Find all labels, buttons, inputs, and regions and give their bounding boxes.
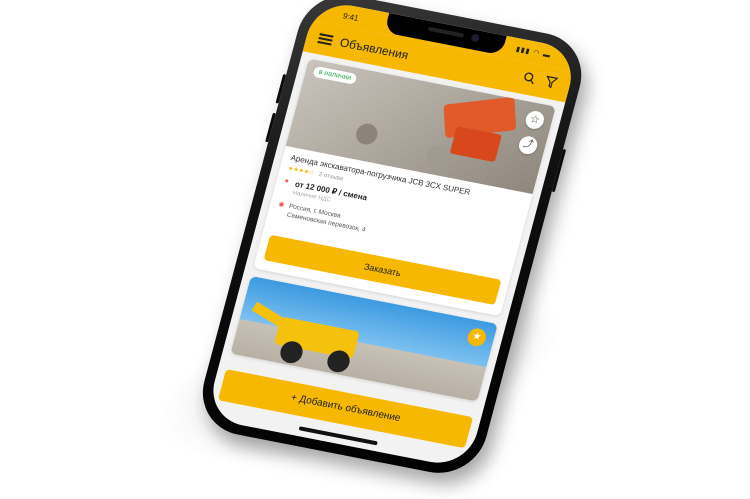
location-pin-icon: ◉ [277, 200, 286, 209]
stock-badge: в наличии [312, 65, 358, 85]
speaker [427, 26, 465, 38]
search-icon[interactable] [521, 71, 538, 87]
filter-icon[interactable] [542, 75, 559, 91]
phone-frame: 9:41 ▮▮▮ ◠ ▬ Объявления в наличии ☆ ⤴ Ар… [192, 0, 592, 481]
listing-card[interactable]: в наличии ☆ ⤴ Аренда экскаватора-погрузч… [253, 58, 556, 317]
volume-down-button [265, 112, 276, 143]
volume-up-button [275, 73, 287, 104]
menu-icon[interactable] [317, 33, 334, 46]
front-camera [470, 33, 481, 43]
favorite-star-icon[interactable]: ☆ [523, 109, 546, 131]
price-icon: ● [283, 177, 290, 186]
status-icons: ▮▮▮ ◠ ▬ [515, 46, 552, 60]
power-button [551, 148, 567, 193]
reviews-count[interactable]: 2 отзыва [318, 172, 344, 183]
share-icon[interactable]: ⤴ [516, 134, 540, 156]
rating-value: ★★★★☆ [287, 165, 315, 177]
phone-screen: 9:41 ▮▮▮ ◠ ▬ Объявления в наличии ☆ ⤴ Ар… [204, 0, 580, 470]
phone-mockup: 9:41 ▮▮▮ ◠ ▬ Объявления в наличии ☆ ⤴ Ар… [192, 0, 604, 481]
status-time: 9:41 [341, 11, 360, 24]
favorite-star-icon[interactable]: ★ [465, 326, 488, 348]
